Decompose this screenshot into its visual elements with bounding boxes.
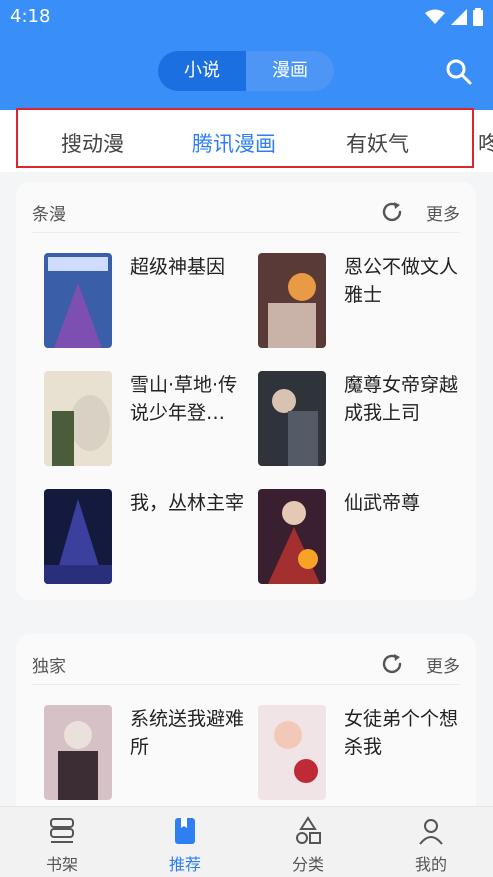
- comic-cover: [44, 253, 112, 348]
- tab-more-sources[interactable]: 咚: [478, 128, 493, 158]
- comic-item[interactable]: 仙武帝尊: [258, 489, 458, 589]
- tab-comic[interactable]: 漫画: [246, 51, 334, 91]
- header: 小说 漫画: [0, 34, 493, 110]
- comic-item[interactable]: 超级神基因: [44, 253, 244, 353]
- section-title: 条漫: [32, 205, 66, 225]
- type-switch: 小说 漫画: [158, 51, 334, 91]
- status-bar: 4:18: [0, 0, 493, 34]
- more-link[interactable]: 更多: [426, 652, 460, 677]
- bookshelf-icon: [50, 818, 74, 843]
- more-link[interactable]: 更多: [426, 200, 460, 225]
- comic-item[interactable]: 恩公不做文人雅士: [258, 253, 458, 353]
- status-icons: [425, 8, 483, 26]
- divider: [32, 684, 460, 685]
- comic-cover: [258, 489, 326, 584]
- comic-title: 我，丛林主宰: [130, 492, 245, 514]
- comic-title: 系统送我避难所: [130, 708, 245, 758]
- comic-item[interactable]: 我，丛林主宰: [44, 489, 244, 589]
- section-card-dujia: 独家 更多 系统送我避难所 女徒弟个个想杀我: [16, 634, 476, 824]
- comic-title: 女徒弟个个想杀我: [344, 708, 459, 758]
- comic-title: 雪山·草地·传说少年登…: [130, 374, 238, 424]
- nav-recommend[interactable]: 推荐: [145, 815, 225, 875]
- nav-category[interactable]: 分类: [268, 815, 348, 875]
- comic-cover: [44, 705, 112, 800]
- comic-item[interactable]: 系统送我避难所: [44, 705, 244, 805]
- nav-label: 推荐: [168, 855, 201, 874]
- section-title: 独家: [32, 657, 66, 677]
- nav-profile[interactable]: 我的: [391, 815, 471, 875]
- comic-title: 仙武帝尊: [344, 492, 421, 514]
- nav-label: 书架: [45, 855, 78, 874]
- refresh-icon[interactable]: [380, 200, 404, 224]
- tab-novel[interactable]: 小说: [158, 51, 246, 91]
- wifi-icon: [425, 9, 445, 24]
- tab-soudongman[interactable]: 搜动漫: [61, 128, 124, 158]
- nav-label: 我的: [414, 855, 447, 874]
- comic-title: 恩公不做文人雅士: [344, 256, 459, 306]
- comic-title: 超级神基因: [130, 256, 226, 278]
- category-icon: [296, 816, 321, 844]
- divider: [32, 232, 460, 233]
- comic-item[interactable]: 雪山·草地·传说少年登…: [44, 371, 244, 471]
- comic-cover: [258, 253, 326, 348]
- refresh-icon[interactable]: [380, 652, 404, 676]
- signal-icon: [451, 9, 467, 25]
- book-icon: [175, 818, 195, 844]
- comic-cover: [44, 489, 112, 584]
- search-icon[interactable]: [445, 58, 473, 86]
- nav-label: 分类: [291, 855, 324, 874]
- tab-tencent-comic[interactable]: 腾讯漫画: [192, 128, 276, 158]
- comic-item[interactable]: 魔尊女帝穿越成我上司: [258, 371, 458, 471]
- tab-youyaoqi[interactable]: 有妖气: [346, 128, 409, 158]
- status-time: 4:18: [10, 6, 51, 27]
- nav-bookshelf[interactable]: 书架: [22, 815, 102, 875]
- comic-title: 魔尊女帝穿越成我上司: [344, 374, 459, 424]
- bottom-nav: 书架 推荐 分类 我的: [0, 806, 493, 877]
- battery-icon: [473, 8, 483, 26]
- comic-cover: [258, 371, 326, 466]
- comic-item[interactable]: 女徒弟个个想杀我: [258, 705, 458, 805]
- user-icon: [419, 819, 443, 845]
- section-card-tiaoman: 条漫 更多 超级神基因 恩公不做文人雅士 雪山·草地·传说少年登… 魔尊女帝穿越…: [16, 182, 476, 600]
- comic-cover: [258, 705, 326, 800]
- comic-cover: [44, 371, 112, 466]
